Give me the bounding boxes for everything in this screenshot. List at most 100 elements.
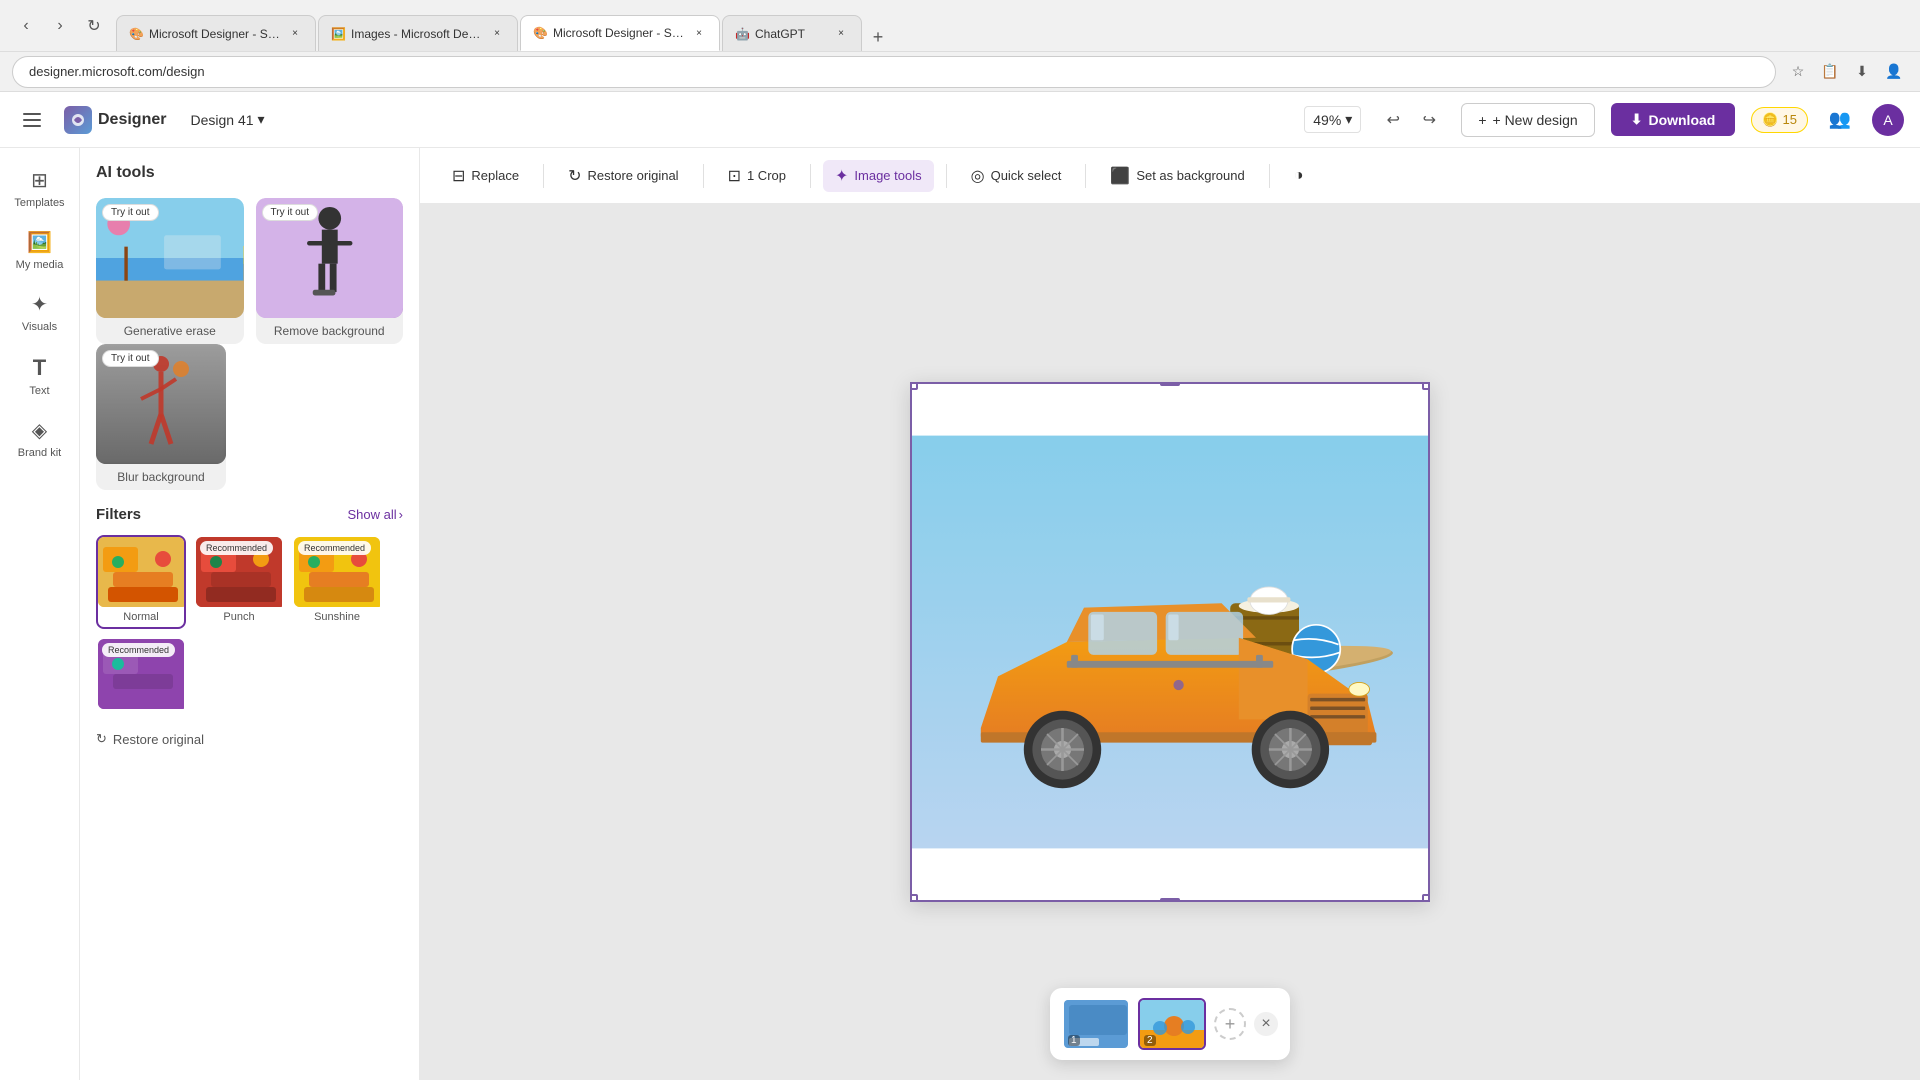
address-bar-row: designer.microsoft.com/design ☆ 📋 ⬇ 👤 [0,52,1920,92]
image-tools-button[interactable]: ✦ Image tools [823,160,934,192]
close-icon: × [1261,1015,1270,1033]
slides-panel: 1 2 [1050,988,1290,1060]
tab-2-title: Images - Microsoft Designer [351,27,483,41]
sidebar-item-visuals-label: Visuals [22,321,57,334]
set-as-background-button[interactable]: ⬛ Set as background [1098,160,1256,192]
remove-background-label: Remove background [256,318,404,344]
sidebar-item-visuals[interactable]: ✦ Visuals [5,284,75,342]
car-image [912,384,1428,900]
coins-badge[interactable]: 🪙 15 [1751,107,1808,133]
color-adjust-button[interactable]: ◑ [1282,161,1316,191]
filters-section-header: Filters Show all › [96,506,403,523]
tab-3[interactable]: 🎨 Microsoft Designer - Stunning... × [520,15,720,51]
undo-redo-controls: ↩ ↪ [1377,104,1445,136]
left-sidebar: ⊞ Templates 🖼️ My media ✦ Visuals T Text… [0,148,80,1080]
ai-tools-row-2: Try it out Blur background [96,344,403,490]
filter-normal-thumb [98,537,186,607]
try-it-badge-blur: Try it out [102,350,159,367]
address-bar[interactable]: designer.microsoft.com/design [12,56,1776,88]
tab-1-close[interactable]: × [287,26,303,42]
filter-punch-label: Punch [196,607,282,627]
restore-original-toolbar-button[interactable]: ↻ Restore original [556,160,690,192]
ai-tool-remove-background[interactable]: Try it out Remove background [256,198,404,344]
forward-button[interactable]: › [46,12,74,40]
sidebar-item-text[interactable]: T Text [5,347,75,406]
tab-4-title: ChatGPT [755,27,827,41]
image-toolbar: ⊟ Replace ↻ Restore original ⊡ 1 Crop ✦ … [420,148,1920,204]
quick-select-button[interactable]: ◎ Quick select [959,160,1074,192]
replace-button[interactable]: ⊟ Replace [440,160,531,192]
try-it-badge-remove: Try it out [262,204,319,221]
canvas-frame [910,382,1430,902]
profile-icon[interactable]: 👤 [1880,58,1908,86]
crop-button[interactable]: ⊡ 1 Crop [716,160,798,192]
user-avatar[interactable]: A [1872,104,1904,136]
design-name-dropdown[interactable]: Design 41 ▾ [182,107,272,132]
restore-original-button[interactable]: ↻ Restore original [96,731,403,747]
new-design-button[interactable]: + + New design [1461,103,1594,137]
sidebar-item-templates[interactable]: ⊞ Templates [5,160,75,218]
sidebar-item-brand-kit[interactable]: ◈ Brand kit [5,410,75,468]
filter-sunshine-label: Sunshine [294,607,380,627]
toolbar-divider-5 [1085,164,1086,188]
tab-2[interactable]: 🖼️ Images - Microsoft Designer × [318,15,518,51]
refresh-button[interactable]: ↻ [80,12,108,40]
slide-1-thumb[interactable]: 1 [1062,998,1130,1050]
punch-recommended-badge: Recommended [200,541,273,555]
filter-extra-1[interactable]: Recommended [96,637,186,719]
text-icon: T [33,355,46,381]
new-tab-button[interactable]: + [864,23,892,51]
canvas-viewport[interactable]: ↻ 1 [420,204,1920,1080]
restore-original-label: Restore original [588,168,679,183]
set-as-bg-icon: ⬛ [1110,166,1130,186]
quick-select-label: Quick select [991,168,1062,183]
hamburger-menu[interactable] [16,104,48,136]
show-all-chevron-icon: › [399,507,403,522]
tab-2-close[interactable]: × [489,26,505,42]
ai-tool-blur-background[interactable]: Try it out Blur background [96,344,226,490]
filter-sunshine[interactable]: Recommended Sunshine [292,535,382,629]
share-button[interactable]: 👥 [1824,104,1856,136]
brand-logo-icon [64,106,92,134]
undo-button[interactable]: ↩ [1377,104,1409,136]
slide-2-thumb[interactable]: 2 [1138,998,1206,1050]
top-nav: Designer Design 41 ▾ 49% ▾ ↩ ↪ + + New d… [0,92,1920,148]
restore-label: Restore original [113,732,204,747]
filter-punch[interactable]: Recommended Punch [194,535,284,629]
favorites-icon[interactable]: ☆ [1784,58,1812,86]
filter-normal[interactable]: Normal [96,535,186,629]
crop-label: 1 Crop [747,168,786,183]
add-slide-button[interactable]: + [1214,1008,1246,1040]
filter-normal-label: Normal [98,607,184,627]
toolbar-divider-6 [1269,164,1270,188]
redo-button[interactable]: ↪ [1413,104,1445,136]
close-slides-panel-button[interactable]: × [1254,1012,1278,1036]
tab-bar: 🎨 Microsoft Designer - Stunning... × 🖼️ … [116,0,1908,51]
color-adjust-icon: ◑ [1294,167,1304,185]
tab-1[interactable]: 🎨 Microsoft Designer - Stunning... × [116,15,316,51]
design-name-label: Design 41 [190,112,253,128]
tab-4[interactable]: 🤖 ChatGPT × [722,15,862,51]
restore-icon: ↻ [96,731,107,747]
quick-select-icon: ◎ [971,166,985,186]
filter-extra-1-thumb: Recommended [98,639,186,709]
blur-background-label: Blur background [96,464,226,490]
show-all-button[interactable]: Show all › [348,507,403,522]
ai-tool-generative-erase[interactable]: Try it out Generative erase [96,198,244,344]
collections-icon[interactable]: 📋 [1816,58,1844,86]
new-design-label: + New design [1493,112,1578,128]
download-browser-icon[interactable]: ⬇ [1848,58,1876,86]
download-button[interactable]: ⬇ Download [1611,103,1736,136]
back-button[interactable]: ‹ [12,12,40,40]
main-area: ⊞ Templates 🖼️ My media ✦ Visuals T Text… [0,148,1920,1080]
brand-logo[interactable]: Designer [64,106,166,134]
generative-erase-label: Generative erase [96,318,244,344]
filters-title: Filters [96,506,141,523]
sidebar-item-my-media[interactable]: 🖼️ My media [5,222,75,280]
zoom-label: 49% [1313,112,1341,128]
replace-label: Replace [471,168,519,183]
tab-4-close[interactable]: × [833,26,849,42]
tab-3-close[interactable]: × [691,25,707,41]
zoom-control[interactable]: 49% ▾ [1304,106,1361,133]
restore-icon-toolbar: ↻ [568,166,581,186]
